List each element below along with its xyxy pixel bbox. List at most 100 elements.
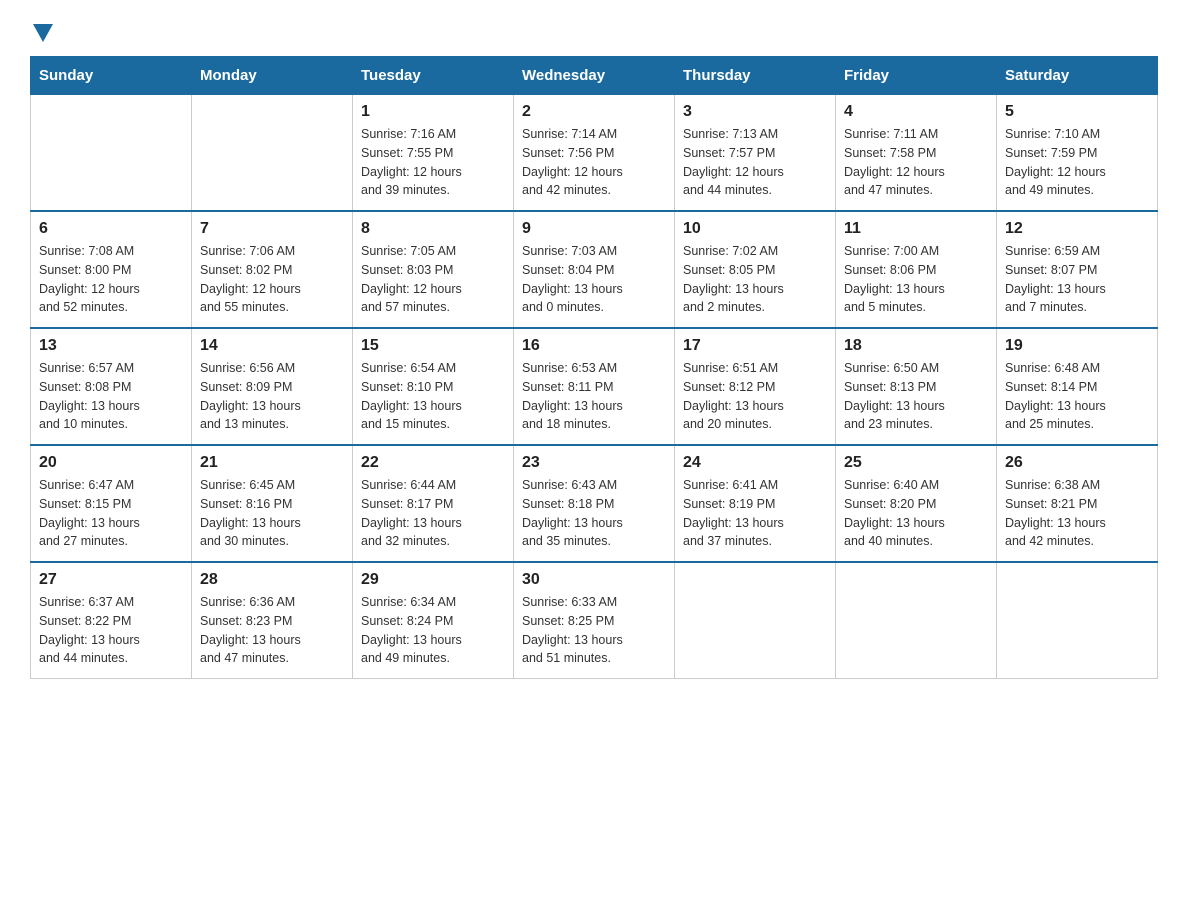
calendar-cell: 1 Sunrise: 7:16 AM Sunset: 7:55 PM Daylig… xyxy=(353,95,514,212)
calendar-cell: 29 Sunrise: 6:34 AM Sunset: 8:24 PM Dayli… xyxy=(353,562,514,679)
day-number: 7 xyxy=(200,220,344,238)
calendar-cell: 3 Sunrise: 7:13 AM Sunset: 7:57 PM Daylig… xyxy=(675,95,836,212)
day-number: 19 xyxy=(1005,337,1149,355)
calendar-cell: 4Sunrise: 7:11 AM Sunset: 7:58 PM Daylig… xyxy=(836,95,997,212)
day-number: 14 xyxy=(200,337,344,355)
calendar-cell xyxy=(675,562,836,679)
calendar-cell: 11 Sunrise: 7:00 AM Sunset: 8:06 PM Dayli… xyxy=(836,211,997,328)
day-number: 25 xyxy=(844,454,988,472)
day-info: Sunrise: 6:37 AM Sunset: 8:22 PM Dayligh… xyxy=(39,593,183,668)
calendar-cell: 17Sunrise: 6:51 AM Sunset: 8:12 PM Dayli… xyxy=(675,328,836,445)
calendar-header-row: SundayMondayTuesdayWednesdayThursdayFrid… xyxy=(31,57,1158,95)
calendar-cell: 28 Sunrise: 6:36 AM Sunset: 8:23 PM Dayli… xyxy=(192,562,353,679)
day-info: Sunrise: 7:02 AM Sunset: 8:05 PM Dayligh… xyxy=(683,242,827,317)
day-info: Sunrise: 6:47 AM Sunset: 8:15 PM Dayligh… xyxy=(39,476,183,551)
calendar-cell: 15 Sunrise: 6:54 AM Sunset: 8:10 PM Dayli… xyxy=(353,328,514,445)
day-info: Sunrise: 7:03 AM Sunset: 8:04 PM Dayligh… xyxy=(522,242,666,317)
day-info: Sunrise: 6:34 AM Sunset: 8:24 PM Dayligh… xyxy=(361,593,505,668)
calendar-cell: 24 Sunrise: 6:41 AM Sunset: 8:19 PM Dayli… xyxy=(675,445,836,562)
day-number: 23 xyxy=(522,454,666,472)
day-info: Sunrise: 6:44 AM Sunset: 8:17 PM Dayligh… xyxy=(361,476,505,551)
day-info: Sunrise: 7:06 AM Sunset: 8:02 PM Dayligh… xyxy=(200,242,344,317)
day-info: Sunrise: 6:40 AM Sunset: 8:20 PM Dayligh… xyxy=(844,476,988,551)
day-info: Sunrise: 6:48 AM Sunset: 8:14 PM Dayligh… xyxy=(1005,359,1149,434)
calendar-cell: 26 Sunrise: 6:38 AM Sunset: 8:21 PM Dayli… xyxy=(997,445,1158,562)
day-info: Sunrise: 6:38 AM Sunset: 8:21 PM Dayligh… xyxy=(1005,476,1149,551)
day-number: 22 xyxy=(361,454,505,472)
calendar-cell: 16 Sunrise: 6:53 AM Sunset: 8:11 PM Dayli… xyxy=(514,328,675,445)
day-number: 26 xyxy=(1005,454,1149,472)
day-info: Sunrise: 7:05 AM Sunset: 8:03 PM Dayligh… xyxy=(361,242,505,317)
calendar-week-row: 20Sunrise: 6:47 AM Sunset: 8:15 PM Dayli… xyxy=(31,445,1158,562)
calendar-week-row: 1 Sunrise: 7:16 AM Sunset: 7:55 PM Daylig… xyxy=(31,95,1158,212)
day-number: 5 xyxy=(1005,103,1149,121)
day-number: 21 xyxy=(200,454,344,472)
col-header-saturday: Saturday xyxy=(997,57,1158,95)
day-number: 16 xyxy=(522,337,666,355)
day-info: Sunrise: 6:50 AM Sunset: 8:13 PM Dayligh… xyxy=(844,359,988,434)
calendar-cell xyxy=(836,562,997,679)
calendar-cell: 20Sunrise: 6:47 AM Sunset: 8:15 PM Dayli… xyxy=(31,445,192,562)
day-number: 4 xyxy=(844,103,988,121)
day-info: Sunrise: 6:33 AM Sunset: 8:25 PM Dayligh… xyxy=(522,593,666,668)
calendar-week-row: 6 Sunrise: 7:08 AM Sunset: 8:00 PM Daylig… xyxy=(31,211,1158,328)
calendar-cell: 19 Sunrise: 6:48 AM Sunset: 8:14 PM Dayli… xyxy=(997,328,1158,445)
day-info: Sunrise: 6:45 AM Sunset: 8:16 PM Dayligh… xyxy=(200,476,344,551)
day-number: 15 xyxy=(361,337,505,355)
col-header-friday: Friday xyxy=(836,57,997,95)
calendar-cell: 27 Sunrise: 6:37 AM Sunset: 8:22 PM Dayli… xyxy=(31,562,192,679)
day-info: Sunrise: 6:41 AM Sunset: 8:19 PM Dayligh… xyxy=(683,476,827,551)
day-info: Sunrise: 6:36 AM Sunset: 8:23 PM Dayligh… xyxy=(200,593,344,668)
day-info: Sunrise: 7:08 AM Sunset: 8:00 PM Dayligh… xyxy=(39,242,183,317)
calendar-cell xyxy=(31,95,192,212)
day-number: 24 xyxy=(683,454,827,472)
col-header-monday: Monday xyxy=(192,57,353,95)
day-info: Sunrise: 7:00 AM Sunset: 8:06 PM Dayligh… xyxy=(844,242,988,317)
day-info: Sunrise: 6:54 AM Sunset: 8:10 PM Dayligh… xyxy=(361,359,505,434)
calendar-week-row: 27 Sunrise: 6:37 AM Sunset: 8:22 PM Dayli… xyxy=(31,562,1158,679)
day-number: 27 xyxy=(39,571,183,589)
calendar-week-row: 13 Sunrise: 6:57 AM Sunset: 8:08 PM Dayli… xyxy=(31,328,1158,445)
day-number: 6 xyxy=(39,220,183,238)
day-info: Sunrise: 6:51 AM Sunset: 8:12 PM Dayligh… xyxy=(683,359,827,434)
day-info: Sunrise: 6:43 AM Sunset: 8:18 PM Dayligh… xyxy=(522,476,666,551)
day-number: 13 xyxy=(39,337,183,355)
calendar-cell: 13 Sunrise: 6:57 AM Sunset: 8:08 PM Dayli… xyxy=(31,328,192,445)
calendar-cell: 23 Sunrise: 6:43 AM Sunset: 8:18 PM Dayli… xyxy=(514,445,675,562)
day-info: Sunrise: 7:16 AM Sunset: 7:55 PM Dayligh… xyxy=(361,125,505,200)
logo xyxy=(30,20,53,38)
day-number: 9 xyxy=(522,220,666,238)
calendar-cell: 9 Sunrise: 7:03 AM Sunset: 8:04 PM Daylig… xyxy=(514,211,675,328)
calendar-cell: 5 Sunrise: 7:10 AM Sunset: 7:59 PM Daylig… xyxy=(997,95,1158,212)
day-number: 1 xyxy=(361,103,505,121)
day-info: Sunrise: 6:53 AM Sunset: 8:11 PM Dayligh… xyxy=(522,359,666,434)
calendar-cell: 10 Sunrise: 7:02 AM Sunset: 8:05 PM Dayli… xyxy=(675,211,836,328)
col-header-wednesday: Wednesday xyxy=(514,57,675,95)
calendar-cell: 12Sunrise: 6:59 AM Sunset: 8:07 PM Dayli… xyxy=(997,211,1158,328)
calendar-cell: 2Sunrise: 7:14 AM Sunset: 7:56 PM Daylig… xyxy=(514,95,675,212)
logo-triangle-icon xyxy=(33,24,53,42)
day-info: Sunrise: 7:10 AM Sunset: 7:59 PM Dayligh… xyxy=(1005,125,1149,200)
page-header xyxy=(30,20,1158,38)
col-header-sunday: Sunday xyxy=(31,57,192,95)
col-header-thursday: Thursday xyxy=(675,57,836,95)
day-number: 8 xyxy=(361,220,505,238)
calendar-cell: 21 Sunrise: 6:45 AM Sunset: 8:16 PM Dayli… xyxy=(192,445,353,562)
day-number: 18 xyxy=(844,337,988,355)
calendar-cell xyxy=(192,95,353,212)
calendar-cell: 30 Sunrise: 6:33 AM Sunset: 8:25 PM Dayli… xyxy=(514,562,675,679)
calendar-table: SundayMondayTuesdayWednesdayThursdayFrid… xyxy=(30,56,1158,679)
day-number: 10 xyxy=(683,220,827,238)
col-header-tuesday: Tuesday xyxy=(353,57,514,95)
day-info: Sunrise: 6:57 AM Sunset: 8:08 PM Dayligh… xyxy=(39,359,183,434)
day-number: 29 xyxy=(361,571,505,589)
day-info: Sunrise: 7:13 AM Sunset: 7:57 PM Dayligh… xyxy=(683,125,827,200)
day-number: 28 xyxy=(200,571,344,589)
day-number: 30 xyxy=(522,571,666,589)
day-number: 11 xyxy=(844,220,988,238)
calendar-cell: 6 Sunrise: 7:08 AM Sunset: 8:00 PM Daylig… xyxy=(31,211,192,328)
calendar-cell: 18 Sunrise: 6:50 AM Sunset: 8:13 PM Dayli… xyxy=(836,328,997,445)
day-number: 3 xyxy=(683,103,827,121)
calendar-cell xyxy=(997,562,1158,679)
day-info: Sunrise: 6:56 AM Sunset: 8:09 PM Dayligh… xyxy=(200,359,344,434)
